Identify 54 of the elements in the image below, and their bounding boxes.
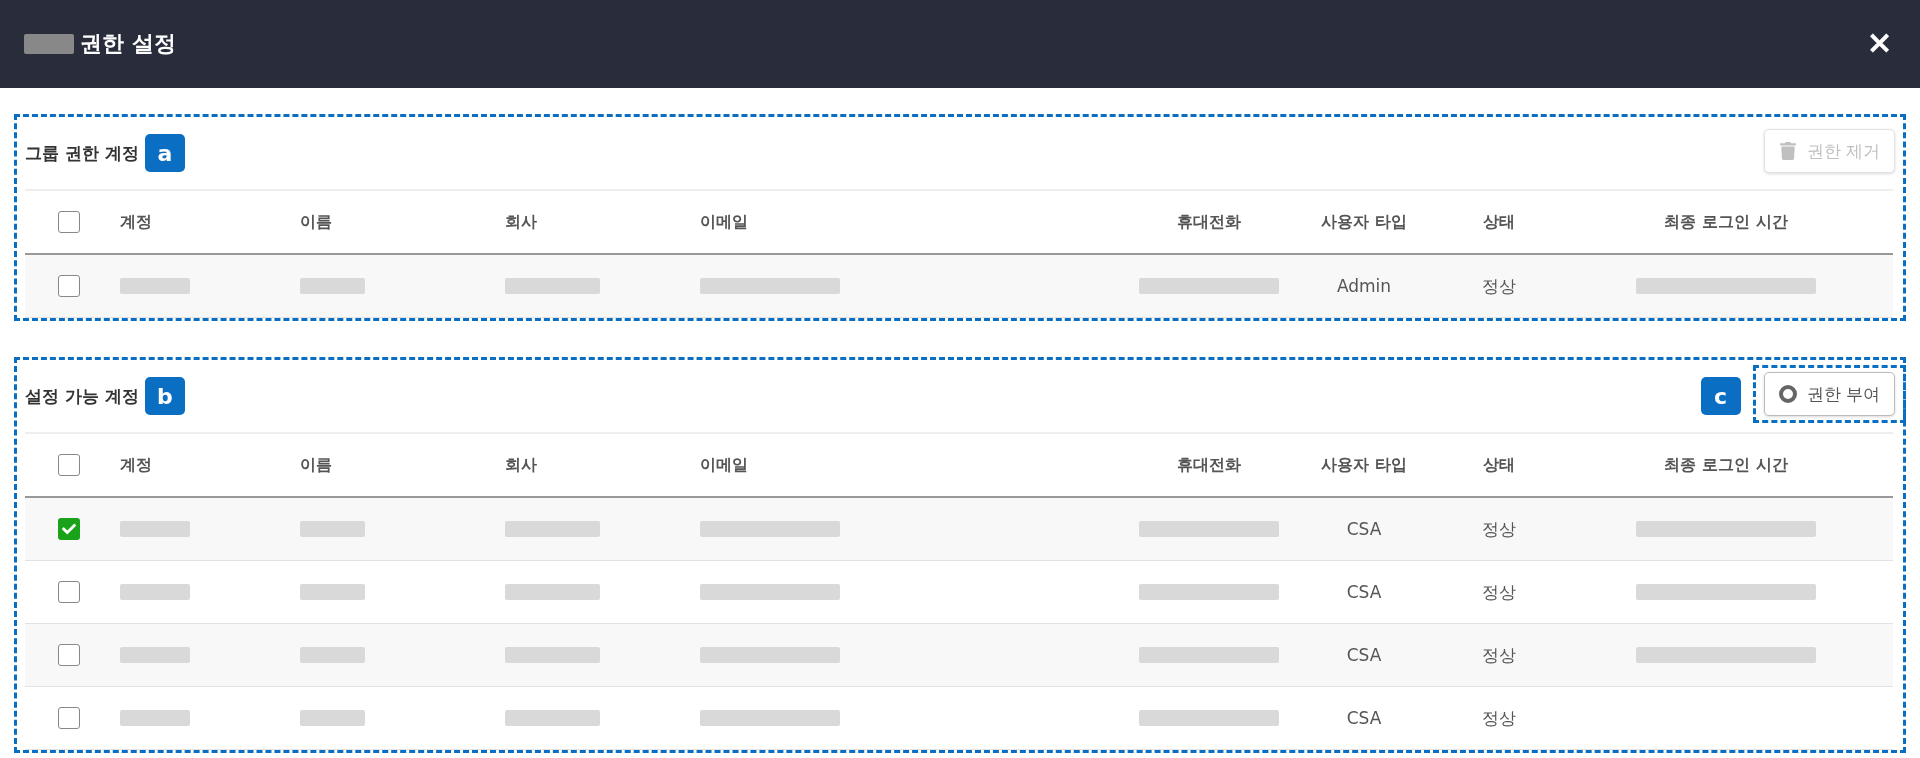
checkbox[interactable]: [57, 211, 80, 233]
annotation-badge: b: [144, 377, 185, 415]
column-header: 이름: [300, 211, 332, 233]
column-header: 최종 로그인 시간: [1664, 211, 1788, 233]
checkbox[interactable]: [57, 518, 80, 540]
column-header: 휴대전화: [1177, 211, 1241, 233]
table-cell: 정상: [1482, 706, 1516, 730]
checkbox[interactable]: [57, 275, 80, 297]
close-button[interactable]: ✕: [1867, 29, 1892, 59]
blurred-text: [300, 710, 365, 726]
table-cell: CSA: [1346, 708, 1382, 728]
table-cell: CSA: [1346, 519, 1382, 539]
blurred-text: [120, 710, 190, 726]
column-header: 휴대전화: [1177, 454, 1241, 476]
column-header: 사용자 타입: [1321, 211, 1407, 233]
circle-icon: [1778, 385, 1797, 403]
column-header: 상태: [1483, 211, 1515, 233]
column-header: 이름: [300, 454, 332, 476]
column-header: 최종 로그인 시간: [1664, 454, 1788, 476]
blurred-text: [120, 278, 190, 294]
checkbox[interactable]: [57, 581, 80, 603]
column-header: 상태: [1483, 454, 1515, 476]
blurred-text: [300, 521, 365, 537]
annotation-badge: c: [1700, 377, 1741, 415]
table-cell: 정상: [1482, 580, 1516, 604]
blurred-text: [300, 278, 365, 294]
trash-icon: [1778, 142, 1797, 160]
table-cell: CSA: [1346, 645, 1382, 665]
checkbox[interactable]: [57, 644, 80, 666]
column-header: 회사: [505, 211, 537, 233]
grant-permission-button[interactable]: 권한 부여: [1763, 372, 1895, 416]
check-icon: [61, 522, 76, 536]
table-cell: 정상: [1482, 517, 1516, 541]
table-cell: Admin: [1336, 276, 1392, 296]
section-title: 그룹 권한 계정: [25, 141, 139, 165]
table-cell: CSA: [1346, 582, 1382, 602]
column-header: 계정: [120, 454, 152, 476]
blurred-text: [300, 584, 365, 600]
blurred-text: [120, 521, 190, 537]
blurred-text: [300, 647, 365, 663]
checkbox[interactable]: [57, 707, 80, 729]
checkbox[interactable]: [57, 454, 80, 476]
column-header: 사용자 타입: [1321, 454, 1407, 476]
table-cell: 정상: [1482, 274, 1516, 298]
table-cell: 정상: [1482, 643, 1516, 667]
blurred-text: [120, 647, 190, 663]
section-title: 설정 가능 계정: [25, 384, 139, 408]
column-header: 이메일: [700, 211, 748, 233]
column-header: 이메일: [700, 454, 748, 476]
annotation-badge: a: [144, 134, 185, 172]
column-header: 계정: [120, 211, 152, 233]
dialog-title: 권한 설정: [80, 30, 176, 58]
column-header: 회사: [505, 454, 537, 476]
blurred-text: [120, 584, 190, 600]
